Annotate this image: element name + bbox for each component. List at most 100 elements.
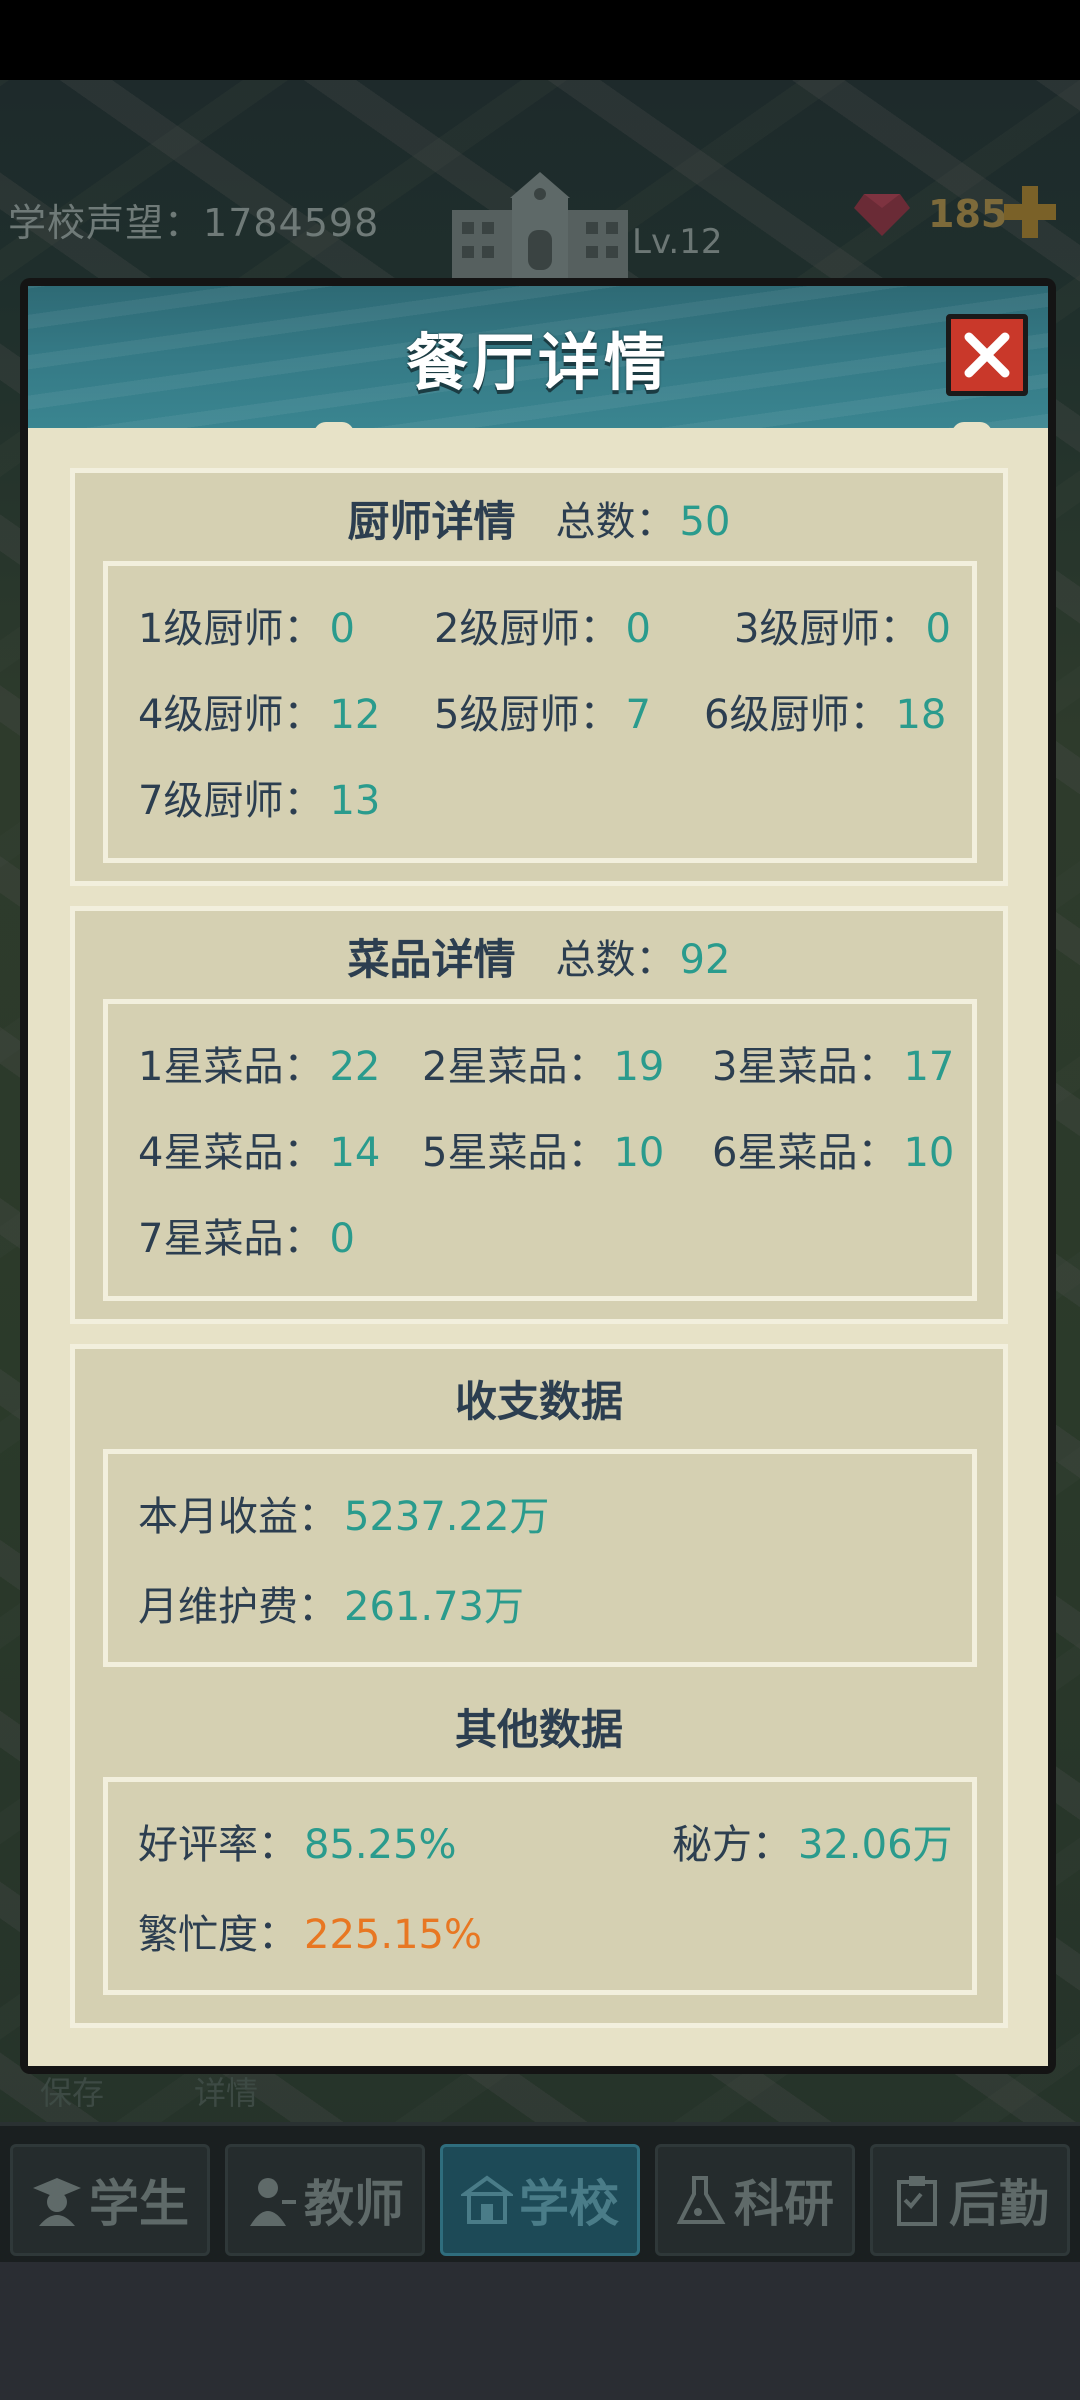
dish-star-7: 7星菜品： 0 (138, 1206, 355, 1264)
chef-level-6: 6级厨师： 18 (704, 682, 946, 740)
finance-section: 收支数据 本月收益： 5237.22万 月维护费： 261.73万 其他数据 好评率… (70, 1344, 1008, 2028)
other-section-title: 其他数据 (454, 1704, 623, 1754)
dish-star-label: 1星菜品： (138, 1044, 324, 1090)
peek-save-label: 保存 (40, 2074, 105, 2112)
add-gems-icon[interactable] (1002, 184, 1058, 240)
dialog-title: 餐厅详情 (405, 326, 670, 399)
dish-stars-box: 1星菜品： 22 2星菜品： 19 3星菜品： 17 4星菜品： 14 5星菜品： 10 … (103, 999, 977, 1301)
chef-level-label: 4级厨师： (138, 692, 324, 738)
chef-level-value: 0 (329, 606, 355, 652)
nav-tab-school[interactable]: 学校 (440, 2144, 640, 2256)
gem-icon (854, 194, 910, 236)
status-bar (0, 0, 1080, 80)
dish-star-value: 10 (613, 1130, 665, 1176)
chef-level-1: 1级厨师： 0 (138, 596, 355, 654)
chef-level-value: 7 (625, 692, 651, 738)
rating: 好评率： 85.25% (138, 1812, 457, 1870)
nav-tab-students[interactable]: 学生 (10, 2144, 210, 2256)
school-building-icon (452, 172, 628, 280)
other-section-header: 其他数据 (75, 1691, 1003, 1761)
chef-section-header: 厨师详情 总数： 50 (75, 483, 1003, 553)
chef-level-4: 4级厨师： 12 (138, 682, 380, 740)
busyness: 繁忙度： 225.15% (138, 1902, 482, 1960)
nav-label-research: 科研 (734, 2175, 834, 2233)
school-level: Lv.12 (632, 222, 723, 262)
dish-star-3: 3星菜品： 17 (712, 1034, 954, 1092)
chef-level-value: 12 (329, 692, 381, 738)
income-label: 本月收益： (138, 1494, 338, 1540)
reputation-label: 学校声望： (8, 201, 204, 245)
chef-level-5: 5级厨师： 7 (434, 682, 651, 740)
dish-star-1: 1星菜品： 22 (138, 1034, 380, 1092)
busy-label: 繁忙度： (138, 1912, 298, 1958)
recipe-label: 秘方： (672, 1822, 792, 1868)
restaurant-details-dialog: 餐厅详情 厨师详情 总数：50 1级厨师：0 2级厨师：0 3级厨师：0 (20, 278, 1056, 2074)
dish-star-5: 5星菜品： 10 (422, 1120, 664, 1178)
dish-star-2: 2星菜品： 19 (422, 1034, 664, 1092)
chef-level-value: 13 (329, 778, 381, 824)
nav-label-school: 学校 (519, 2175, 619, 2233)
dish-star-label: 2星菜品： (422, 1044, 608, 1090)
recipe-value: 32.06万 (798, 1822, 953, 1868)
chef-level-value: 18 (895, 692, 947, 738)
income-value: 5237.22万 (344, 1494, 550, 1540)
top-hud: 学校声望：1784598 Lv.12 185 (0, 170, 1080, 290)
chef-total: 总数： 50 (556, 489, 731, 547)
teacher-icon (250, 2178, 296, 2226)
chef-level-label: 1级厨师： (138, 606, 324, 652)
dish-star-6: 6星菜品： 10 (712, 1120, 954, 1178)
dish-total: 总数： 92 (556, 927, 731, 985)
dish-star-label: 4星菜品： (138, 1130, 324, 1176)
chef-level-label: 2级厨师： (434, 606, 620, 652)
nav-tab-research[interactable]: 科研 (655, 2144, 855, 2256)
chef-level-3: 3级厨师： 0 (734, 596, 951, 654)
bottom-navigation: 学生 教师 学校 科研 后勤 (0, 2122, 1080, 2262)
school-reputation: 学校声望：1784598 (8, 192, 379, 247)
chef-details-section: 厨师详情 总数： 50 1级厨师： 0 2级厨师： 0 3级厨师： 0 4级厨师： 12 … (70, 468, 1008, 886)
maintenance-value: 261.73万 (344, 1584, 524, 1630)
dialog-panel: 餐厅详情 厨师详情 总数：50 1级厨师：0 2级厨师：0 3级厨师：0 (28, 286, 1048, 2066)
monthly-income: 本月收益： 5237.22万 (138, 1484, 549, 1542)
chef-level-label: 6级厨师： (704, 692, 890, 738)
chef-total-value: 50 (679, 499, 731, 545)
other-data-box: 好评率： 85.25% 秘方： 32.06万 繁忙度： 225.15% (103, 1777, 977, 1995)
nav-label-students: 学生 (89, 2175, 189, 2233)
dish-star-value: 14 (329, 1130, 381, 1176)
dish-total-value: 92 (679, 937, 731, 983)
monthly-maintenance: 月维护费： 261.73万 (138, 1574, 524, 1632)
clipboard-icon (897, 2176, 937, 2226)
reputation-value: 1784598 (203, 201, 380, 245)
school-icon (461, 2175, 513, 2224)
rating-label: 好评率： (138, 1822, 298, 1868)
nav-tab-teachers[interactable]: 教师 (225, 2144, 425, 2256)
finance-box: 本月收益： 5237.22万 月维护费： 261.73万 (103, 1449, 977, 1667)
chef-level-label: 5级厨师： (434, 692, 620, 738)
nav-label-logistics: 后勤 (949, 2175, 1049, 2233)
dish-details-section: 菜品详情 总数： 92 1星菜品： 22 2星菜品： 19 3星菜品： 17 4星菜品：… (70, 906, 1008, 1324)
dish-total-label: 总数： (555, 937, 676, 983)
dish-star-value: 22 (329, 1044, 381, 1090)
chef-level-value: 0 (925, 606, 951, 652)
student-icon (33, 2178, 81, 2226)
dish-star-value: 17 (903, 1044, 955, 1090)
secret-recipe: 秘方： 32.06万 (672, 1812, 953, 1870)
finance-section-title: 收支数据 (454, 1376, 623, 1426)
finance-section-header: 收支数据 (75, 1363, 1003, 1433)
nav-tab-logistics[interactable]: 后勤 (870, 2144, 1070, 2256)
dish-star-label: 7星菜品： (138, 1216, 324, 1262)
chef-level-7: 7级厨师： 13 (138, 768, 380, 826)
busy-value: 225.15% (304, 1912, 482, 1958)
system-nav-area (0, 2262, 1080, 2400)
dish-star-label: 3星菜品： (712, 1044, 898, 1090)
maintenance-label: 月维护费： (138, 1584, 338, 1630)
close-button[interactable] (946, 314, 1028, 396)
chef-total-label: 总数： (555, 499, 676, 545)
dish-star-label: 5星菜品： (422, 1130, 608, 1176)
chef-level-value: 0 (625, 606, 651, 652)
dialog-body: 厨师详情 总数： 50 1级厨师： 0 2级厨师： 0 3级厨师： 0 4级厨师： 12 … (28, 428, 1048, 2066)
dish-star-value: 19 (613, 1044, 665, 1090)
gem-count: 185 (928, 192, 1008, 236)
dish-section-title: 菜品详情 (347, 934, 516, 984)
close-icon (964, 332, 1010, 378)
peek-detail-label: 详情 (194, 2074, 259, 2112)
